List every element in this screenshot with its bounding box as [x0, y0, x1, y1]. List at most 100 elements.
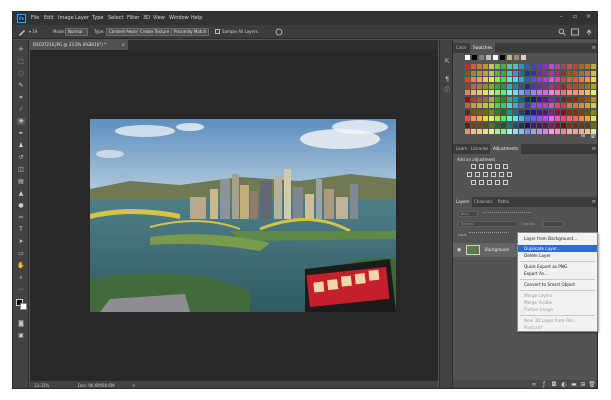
- swatch[interactable]: [561, 116, 566, 121]
- lasso-tool-icon[interactable]: ◌: [17, 70, 25, 77]
- pressure-icon[interactable]: [275, 28, 283, 36]
- swatch[interactable]: [543, 103, 548, 108]
- swatch[interactable]: [507, 77, 512, 82]
- swatch[interactable]: [555, 129, 560, 134]
- adjustment-layer-icon[interactable]: ◐: [560, 381, 568, 388]
- zoom-tool-icon[interactable]: ⌕: [17, 274, 25, 281]
- pen-tool-icon[interactable]: ✑: [17, 214, 25, 221]
- swatch[interactable]: [549, 109, 554, 115]
- swatch[interactable]: [513, 96, 518, 102]
- swatch[interactable]: [495, 122, 500, 128]
- swatch[interactable]: [579, 70, 584, 76]
- swatch[interactable]: [573, 122, 578, 128]
- swatch[interactable]: [483, 109, 488, 115]
- gradient-map-icon[interactable]: [495, 180, 500, 185]
- swatch[interactable]: [507, 129, 512, 134]
- swatch[interactable]: [585, 90, 590, 95]
- swatch[interactable]: [507, 90, 512, 95]
- menu-image[interactable]: Image: [58, 14, 74, 22]
- swatch[interactable]: [519, 103, 524, 108]
- workspace-icon[interactable]: [571, 28, 579, 36]
- swatch[interactable]: [513, 109, 518, 115]
- swatch[interactable]: [537, 77, 542, 82]
- swatch[interactable]: [525, 109, 530, 115]
- swatch[interactable]: [489, 103, 494, 108]
- swatch[interactable]: [489, 122, 494, 128]
- swatch[interactable]: [591, 96, 596, 102]
- swatch[interactable]: [501, 64, 506, 69]
- menu-item-quick-export-png[interactable]: Quick Export as PNG: [518, 263, 597, 270]
- swatch[interactable]: [483, 83, 488, 89]
- tab-adjustments[interactable]: Adjustments: [490, 144, 522, 154]
- swatch[interactable]: [525, 96, 530, 102]
- lock-icons[interactable]: [469, 232, 509, 237]
- brightness-icon[interactable]: [471, 164, 476, 169]
- swatch[interactable]: [573, 70, 578, 76]
- swatch[interactable]: [537, 70, 542, 76]
- swatch[interactable]: [573, 90, 578, 95]
- levels-icon[interactable]: [479, 164, 484, 169]
- menu-item-layer-from-background[interactable]: Layer from Background...: [518, 235, 597, 242]
- swatch[interactable]: [507, 96, 512, 102]
- close-tab-icon[interactable]: ×: [122, 40, 125, 50]
- swatch[interactable]: [549, 83, 554, 89]
- swatch[interactable]: [585, 96, 590, 102]
- swatch[interactable]: [561, 64, 566, 69]
- menu-view[interactable]: View: [153, 14, 165, 22]
- swatch[interactable]: [555, 122, 560, 128]
- brush-tool-icon[interactable]: ✒: [17, 130, 25, 137]
- history-brush-tool-icon[interactable]: ↺: [17, 154, 25, 161]
- layer-filter-select[interactable]: Kind: [458, 211, 478, 217]
- swatch[interactable]: [591, 122, 596, 128]
- swatch[interactable]: [471, 96, 476, 102]
- swatch[interactable]: [483, 77, 488, 82]
- swatch[interactable]: [585, 122, 590, 128]
- close-button[interactable]: ×: [586, 13, 591, 20]
- swatch[interactable]: [567, 77, 572, 82]
- swatch[interactable]: [489, 109, 494, 115]
- menu-item-duplicate-layer[interactable]: Duplicate Layer...: [518, 245, 597, 252]
- swatch[interactable]: [471, 77, 476, 82]
- swatch[interactable]: [495, 96, 500, 102]
- info-panel-icon[interactable]: ⓘ: [443, 87, 451, 94]
- tab-swatches[interactable]: Swatches: [470, 43, 496, 53]
- swatch[interactable]: [525, 90, 530, 95]
- swatch[interactable]: [573, 77, 578, 82]
- swatch[interactable]: [567, 70, 572, 76]
- swatch[interactable]: [579, 103, 584, 108]
- swatch[interactable]: [519, 64, 524, 69]
- swatch[interactable]: [585, 109, 590, 115]
- swatch[interactable]: [573, 129, 578, 134]
- swatch[interactable]: [543, 64, 548, 69]
- swatch[interactable]: [465, 90, 470, 95]
- brush-size-dropdown[interactable]: ▾ 19: [29, 29, 37, 34]
- swatch[interactable]: [465, 103, 470, 108]
- blur-tool-icon[interactable]: ▲: [17, 190, 25, 197]
- swatch[interactable]: [507, 109, 512, 115]
- visibility-eye-icon[interactable]: ◉: [457, 247, 461, 253]
- color-panel-menu-icon[interactable]: ≡: [592, 45, 596, 51]
- swatch[interactable]: [495, 116, 500, 121]
- swatch[interactable]: [501, 77, 506, 82]
- swatch[interactable]: [471, 83, 476, 89]
- swatch[interactable]: [519, 96, 524, 102]
- swatch[interactable]: [537, 96, 542, 102]
- new-group-icon[interactable]: ▬: [570, 381, 578, 388]
- swatch[interactable]: [543, 96, 548, 102]
- swatch[interactable]: [495, 64, 500, 69]
- swatch[interactable]: [525, 103, 530, 108]
- swatch[interactable]: [519, 122, 524, 128]
- swatch[interactable]: [555, 103, 560, 108]
- swatch[interactable]: [591, 83, 596, 89]
- swatch[interactable]: [561, 90, 566, 95]
- swatch[interactable]: [555, 83, 560, 89]
- character-panel-icon[interactable]: ¶: [443, 76, 451, 83]
- layer-style-icon[interactable]: ƒ: [540, 381, 548, 388]
- swatch[interactable]: [561, 70, 566, 76]
- swatch[interactable]: [561, 129, 566, 134]
- swatch[interactable]: [501, 90, 506, 95]
- mode-select[interactable]: Normal: [65, 28, 88, 36]
- swatch[interactable]: [519, 109, 524, 115]
- create-texture-button[interactable]: Create Texture: [137, 28, 173, 36]
- swatch[interactable]: [549, 103, 554, 108]
